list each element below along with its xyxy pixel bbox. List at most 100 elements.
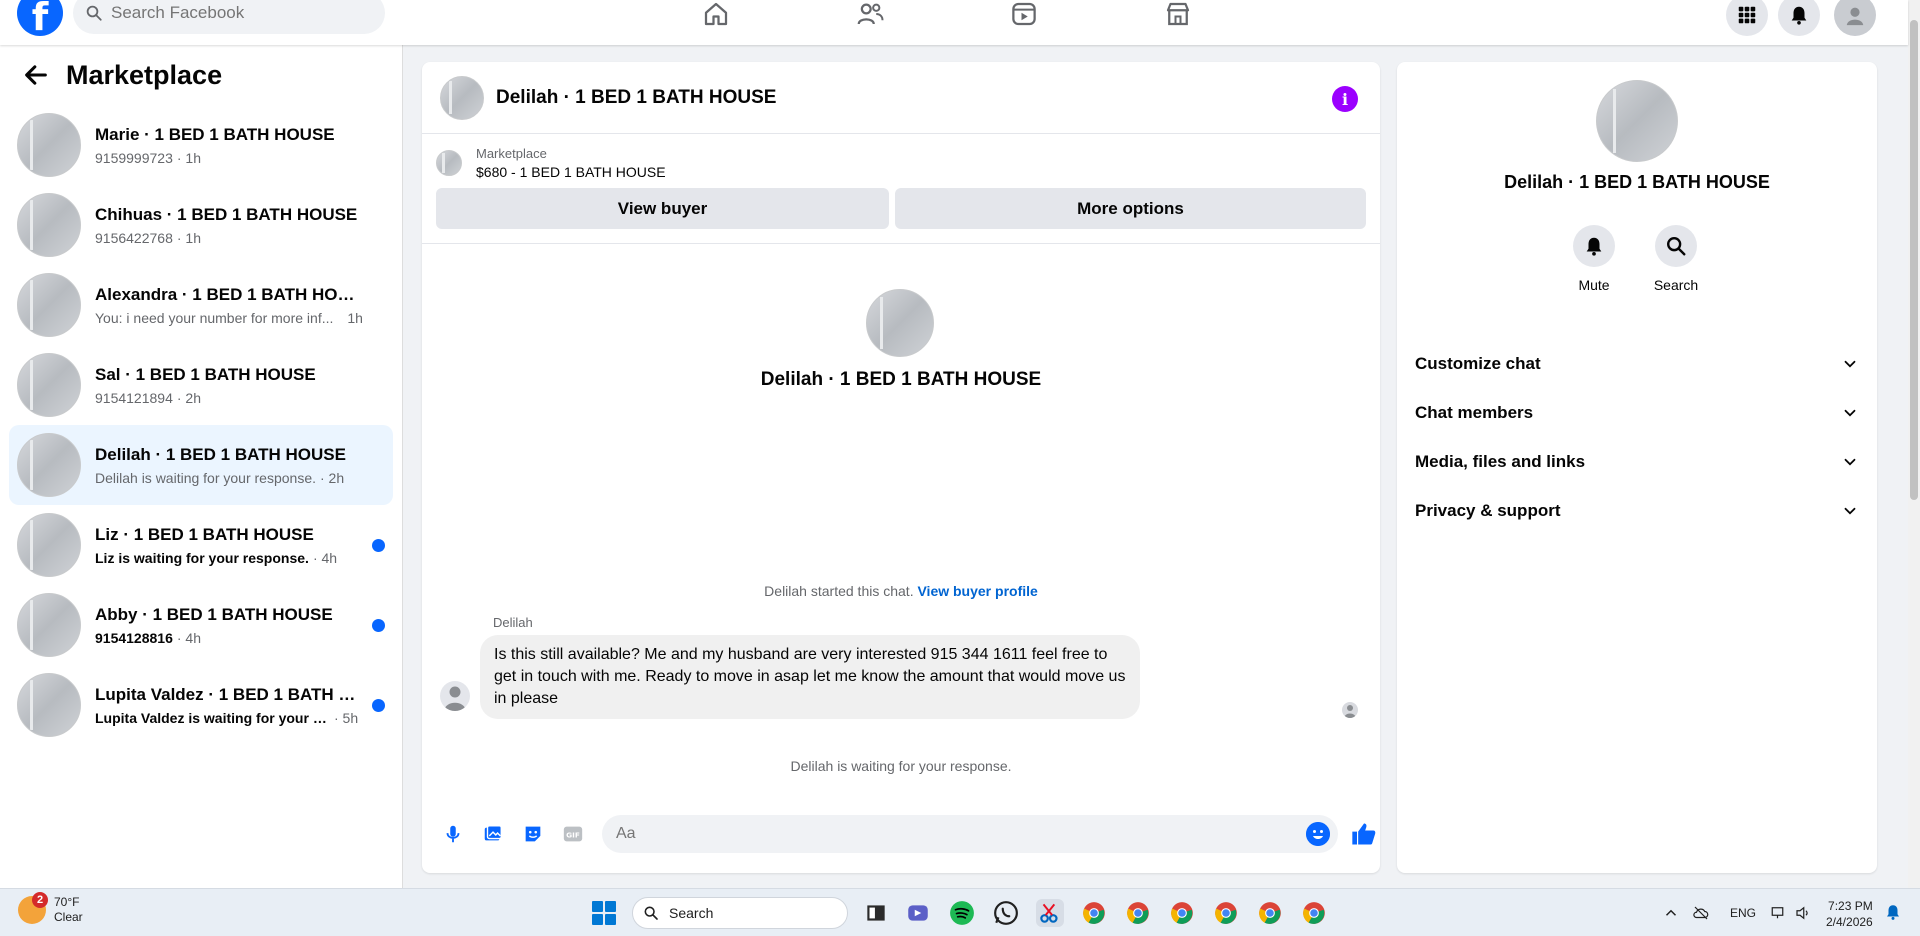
chat-avatar[interactable]: [440, 75, 484, 120]
chrome-icon: [1303, 902, 1325, 924]
taskbar-chrome-profile-4[interactable]: [1212, 899, 1240, 927]
section-customize-chat[interactable]: Customize chat: [1415, 339, 1859, 388]
message-thread[interactable]: Delilah · 1 BED 1 BATH HOUSE Delilah sta…: [422, 245, 1380, 795]
taskbar-chrome-profile-5[interactable]: [1256, 899, 1284, 927]
section-media-files-links[interactable]: Media, files and links: [1415, 437, 1859, 486]
taskbar-clock[interactable]: 7:23 PM 2/4/2026: [1826, 898, 1873, 930]
section-privacy-support[interactable]: Privacy & support: [1415, 486, 1859, 535]
mute-button[interactable]: Mute: [1573, 225, 1615, 293]
conversation-sal[interactable]: Sal · 1 BED 1 BATH HOUSE 9154121894 · 2h: [9, 345, 393, 425]
svg-text:GIF: GIF: [566, 831, 580, 840]
conversation-liz[interactable]: Liz · 1 BED 1 BATH HOUSE Liz is waiting …: [9, 505, 393, 585]
taskbar-search[interactable]: Search: [632, 897, 848, 929]
taskbar-chrome-profile-2[interactable]: [1124, 899, 1152, 927]
top-navigation-bar: f: [0, 0, 1908, 45]
conversation-name: Alexandra · 1 BED 1 BATH HOUSE: [95, 284, 365, 304]
conversation-name: Marie · 1 BED 1 BATH HOUSE: [95, 124, 335, 144]
view-buyer-profile-link[interactable]: View buyer profile: [917, 583, 1037, 599]
weather-widget[interactable]: 2 70°F Clear: [18, 892, 83, 925]
panel-name: Delilah · 1 BED 1 BATH HOUSE: [1504, 172, 1770, 192]
info-icon[interactable]: i: [1332, 86, 1358, 112]
conversation-name: Delilah · 1 BED 1 BATH HOUSE: [95, 444, 346, 464]
search-icon: [86, 5, 102, 21]
taskbar-teams[interactable]: [904, 899, 932, 927]
conversation-alexandra[interactable]: Alexandra · 1 BED 1 BATH HOUSE You: i ne…: [9, 265, 393, 345]
page-scrollbar[interactable]: [1908, 0, 1920, 888]
message-bubble[interactable]: Is this still available? Me and my husba…: [480, 635, 1140, 719]
facebook-logo[interactable]: f: [17, 0, 63, 39]
language-indicator[interactable]: ENG: [1730, 906, 1756, 920]
view-buyer-button[interactable]: View buyer: [436, 188, 890, 229]
conversation-lupita-valdez[interactable]: Lupita Valdez · 1 BED 1 BATH HO... Lupit…: [9, 665, 393, 745]
attach-photo-button[interactable]: [480, 821, 506, 847]
cloud-offline-icon[interactable]: [1692, 904, 1710, 922]
message-input-container[interactable]: [602, 815, 1338, 853]
avatar: [17, 113, 81, 177]
taskbar-task-view[interactable]: [862, 899, 890, 927]
weather-badge: 2: [32, 892, 48, 908]
notifications-button[interactable]: [1778, 0, 1820, 36]
conversation-delilah[interactable]: Delilah · 1 BED 1 BATH HOUSE Delilah is …: [9, 425, 393, 505]
scrollbar-thumb[interactable]: [1910, 20, 1918, 500]
back-arrow-icon[interactable]: [22, 61, 50, 89]
notification-bell-icon[interactable]: [1884, 903, 1902, 921]
nav-watch[interactable]: [1004, 0, 1044, 32]
conversation-marie[interactable]: Marie · 1 BED 1 BATH HOUSE 9159999723 · 1…: [9, 105, 393, 185]
conversation-chihuas[interactable]: Chihuas · 1 BED 1 BATH HOUSE 9156422768 ·…: [9, 185, 393, 265]
facebook-search-input[interactable]: [111, 3, 361, 23]
sidebar-header: Marketplace: [0, 45, 402, 105]
start-button[interactable]: [592, 901, 616, 925]
menu-button[interactable]: [1726, 0, 1768, 36]
conversation-name: Sal · 1 BED 1 BATH HOUSE: [95, 364, 316, 384]
whatsapp-icon: [994, 901, 1018, 925]
video-call-icon: [908, 905, 928, 921]
message-sender: Delilah: [493, 615, 533, 630]
search-conversation-button[interactable]: Search: [1654, 225, 1698, 293]
nav-marketplace[interactable]: [1158, 0, 1198, 32]
taskbar-chrome-profile-6[interactable]: [1300, 899, 1328, 927]
message-input[interactable]: [602, 815, 1262, 853]
section-label: Customize chat: [1415, 353, 1541, 373]
avatar: [17, 593, 81, 657]
chevron-up-icon[interactable]: [1662, 904, 1680, 922]
more-options-button[interactable]: More options: [895, 188, 1366, 229]
chat-title[interactable]: Delilah · 1 BED 1 BATH HOUSE: [496, 87, 776, 109]
conversation-snippet: 9159999723: [95, 149, 173, 166]
gif-button[interactable]: GIF: [560, 821, 586, 847]
facebook-search-box[interactable]: [73, 0, 385, 34]
thumbs-up-icon[interactable]: [1350, 820, 1378, 848]
buyer-name: Delilah · 1 BED 1 BATH HOUSE: [760, 369, 1042, 390]
photo-icon: [484, 825, 502, 841]
gif-icon: GIF: [563, 826, 583, 842]
nav-home[interactable]: [696, 0, 736, 32]
buyer-avatar[interactable]: [866, 289, 934, 357]
seen-indicator: [1342, 702, 1358, 718]
network-icon[interactable]: [1770, 904, 1788, 922]
snipping-tool-icon: [1040, 903, 1058, 923]
conversation-time: · 5h: [334, 709, 359, 726]
sticker-button[interactable]: [520, 821, 546, 847]
section-chat-members[interactable]: Chat members: [1415, 388, 1859, 437]
account-avatar[interactable]: [1834, 0, 1876, 36]
chevron-down-icon: [1844, 458, 1856, 466]
voice-clip-button[interactable]: [440, 821, 466, 847]
nav-friends[interactable]: [850, 0, 890, 32]
taskbar-chrome[interactable]: [1080, 899, 1108, 927]
windows-taskbar: 2 70°F Clear Search ENG 7:23 PM 2/4/2026: [0, 888, 1920, 936]
taskbar-whatsapp[interactable]: [992, 899, 1020, 927]
avatar: [17, 193, 81, 257]
conversation-name: Abby · 1 BED 1 BATH HOUSE: [95, 604, 333, 624]
chat-started-notice: Delilah started this chat. View buyer pr…: [422, 583, 1380, 599]
taskbar-chrome-profile-3[interactable]: [1168, 899, 1196, 927]
section-label: Media, files and links: [1415, 451, 1586, 471]
conversation-abby[interactable]: Abby · 1 BED 1 BATH HOUSE 9154128816 · 4h: [9, 585, 393, 665]
emoji-icon[interactable]: [1306, 822, 1330, 846]
taskbar-snipping-tool[interactable]: [1036, 899, 1064, 927]
volume-icon[interactable]: [1794, 904, 1812, 922]
conversation-snippet: Liz is waiting for your response.: [95, 549, 309, 566]
conversation-time: · 4h: [176, 629, 201, 646]
taskbar-spotify[interactable]: [948, 899, 976, 927]
sender-avatar[interactable]: [440, 681, 470, 711]
panel-avatar[interactable]: [1596, 80, 1678, 162]
clock-time: 7:23 PM: [1828, 899, 1873, 913]
